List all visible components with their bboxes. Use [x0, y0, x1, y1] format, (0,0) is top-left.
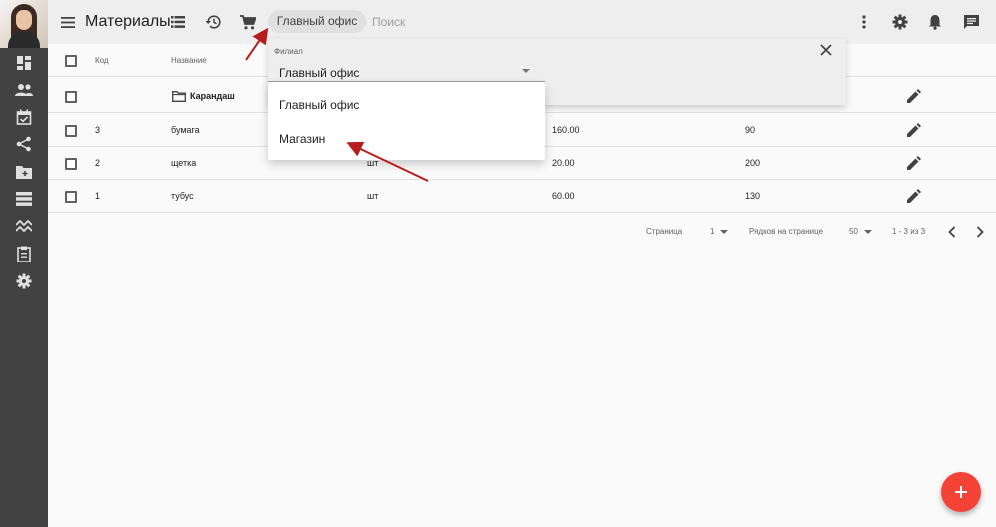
cell-unit: шт	[367, 191, 379, 201]
page-title: Материалы	[85, 13, 171, 30]
cell-name: Карандаш	[190, 91, 235, 101]
caret-down-icon	[863, 229, 872, 234]
row-checkbox[interactable]	[65, 158, 77, 170]
cell-code: 3	[95, 125, 101, 135]
row-checkbox[interactable]	[65, 191, 77, 203]
people-icon[interactable]	[14, 80, 34, 100]
page-select[interactable]: 1	[710, 224, 729, 240]
event-check-icon[interactable]	[14, 107, 34, 127]
menu-icon[interactable]	[57, 11, 79, 33]
add-button[interactable]	[941, 472, 981, 512]
folder-icon	[172, 91, 186, 102]
pagination-page-label: Страница	[646, 227, 683, 236]
dropdown-option-main-office[interactable]: Главный офис	[268, 88, 545, 122]
column-header-name[interactable]: Название	[171, 44, 207, 77]
rows-per-page-value: 50	[849, 227, 858, 236]
branch-select-value[interactable]: Главный офис	[279, 66, 359, 80]
filter-label: Филиал	[274, 47, 303, 56]
dashboard-icon[interactable]	[14, 53, 34, 73]
avatar[interactable]	[0, 0, 48, 48]
edit-icon[interactable]	[907, 89, 923, 105]
list-icon[interactable]	[14, 189, 34, 209]
edit-icon[interactable]	[907, 123, 923, 139]
list-view-icon[interactable]	[167, 11, 189, 33]
cell-name: бумага	[171, 125, 200, 135]
table-row[interactable]: 1 тубус шт 60.00 130	[48, 180, 996, 213]
history-icon[interactable]	[202, 11, 224, 33]
cell-qty: 200	[745, 158, 761, 168]
cell-code: 1	[95, 191, 101, 201]
select-all-checkbox[interactable]	[65, 55, 77, 67]
rows-per-page-label: Рядков на странице	[749, 227, 824, 236]
next-page-icon[interactable]	[976, 226, 984, 242]
edit-icon[interactable]	[907, 156, 923, 172]
cell-qty: 90	[745, 125, 756, 135]
cell-price: 60.00	[552, 191, 575, 201]
app-header: Материалы Главный офис	[48, 0, 996, 44]
sidebar	[0, 0, 48, 527]
cart-icon[interactable]	[237, 11, 259, 33]
share-icon[interactable]	[14, 134, 34, 154]
cell-price: 160.00	[552, 125, 580, 135]
more-vert-icon[interactable]	[853, 11, 875, 33]
prev-page-icon[interactable]	[948, 226, 956, 242]
trending-icon[interactable]	[14, 216, 34, 236]
caret-down-icon	[720, 229, 729, 234]
row-checkbox[interactable]	[65, 125, 77, 137]
settings-icon[interactable]	[889, 11, 911, 33]
cell-name: тубус	[171, 191, 194, 201]
branch-dropdown: Главный офис Магазин	[268, 82, 545, 160]
cell-qty: 130	[745, 191, 761, 201]
column-header-code[interactable]: Код	[95, 44, 109, 77]
pagination-range: 1 - 3 из 3	[892, 227, 926, 236]
edit-icon[interactable]	[907, 189, 923, 205]
dropdown-option-shop[interactable]: Магазин	[268, 122, 545, 156]
plus-icon	[955, 486, 967, 498]
branch-chip[interactable]: Главный офис	[268, 10, 366, 33]
close-icon[interactable]	[820, 44, 836, 60]
page-select-value: 1	[710, 227, 715, 236]
row-checkbox[interactable]	[65, 91, 77, 103]
bell-icon[interactable]	[924, 11, 946, 33]
clipboard-icon[interactable]	[14, 244, 34, 264]
cell-price: 20.00	[552, 158, 575, 168]
settings-icon[interactable]	[14, 271, 34, 291]
folder-add-icon[interactable]	[14, 162, 34, 182]
chat-icon[interactable]	[960, 11, 982, 33]
search-input[interactable]	[372, 12, 532, 32]
cell-name: щетка	[171, 158, 197, 168]
rows-per-page-select[interactable]: 50	[849, 224, 872, 240]
caret-down-icon[interactable]	[522, 69, 530, 73]
cell-code: 2	[95, 158, 101, 168]
